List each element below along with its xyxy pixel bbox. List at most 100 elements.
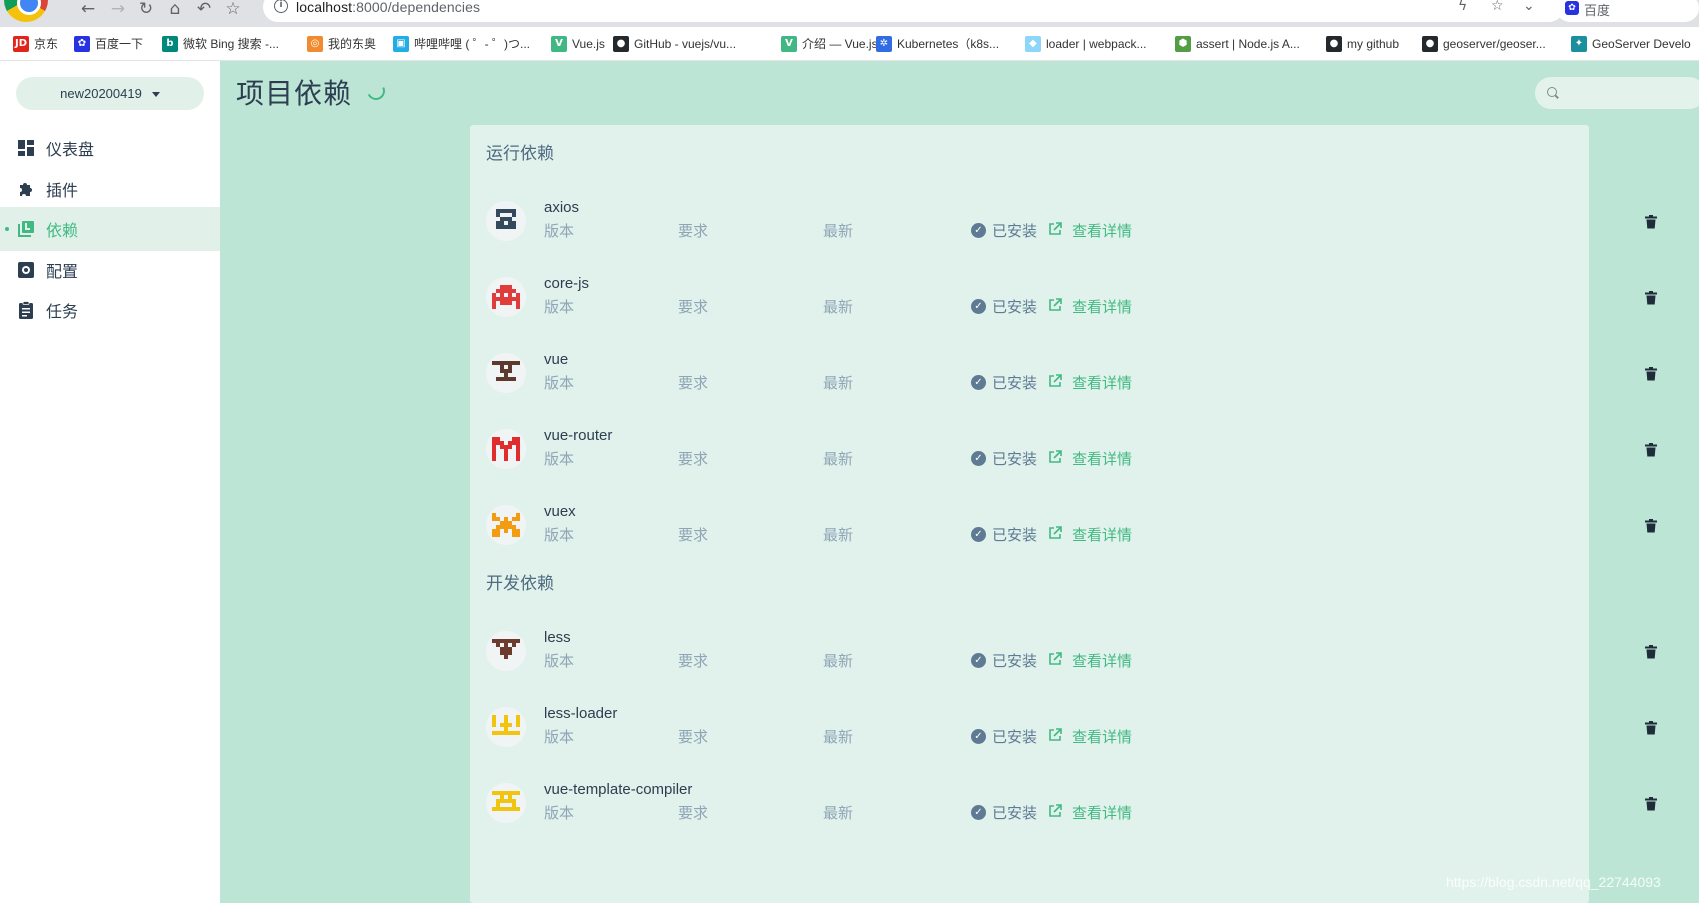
sidebar-item[interactable]: 任务 — [0, 288, 220, 332]
search-engine-box[interactable]: ✿ 百度 — [1556, 0, 1699, 22]
address-bar[interactable]: i localhost:8000/dependencies ϟ ☆ ⌄ — [263, 0, 1564, 22]
delete-icon[interactable] — [1645, 367, 1657, 381]
external-link-icon — [1048, 297, 1072, 316]
view-details-link[interactable]: 查看详情 — [1048, 802, 1132, 823]
delete-icon[interactable] — [1645, 721, 1657, 735]
delete-icon[interactable] — [1645, 797, 1657, 811]
project-select[interactable]: new20200419 — [16, 77, 204, 110]
installed-status: ✓ 已安装 — [971, 802, 1037, 823]
bookmark-label: geoserver/geoser... — [1443, 37, 1546, 51]
installed-label: 已安装 — [992, 299, 1038, 316]
version-label: 版本 — [544, 299, 575, 316]
dependency-name: vue-template-compiler — [544, 781, 693, 798]
installed-status: ✓ 已安装 — [971, 372, 1037, 393]
bookmark-item[interactable]: ● GitHub - vuejs/vu... — [613, 36, 736, 52]
bookmark-item[interactable]: JD 京东 — [13, 36, 58, 52]
external-link-icon — [1048, 651, 1072, 670]
bookmark-star-icon[interactable]: ☆ — [221, 0, 245, 20]
package-logo-icon — [486, 505, 526, 545]
kubernetes-icon: ✲ — [876, 36, 892, 52]
view-details-link[interactable]: 查看详情 — [1048, 372, 1132, 393]
dependency-name: axios — [544, 199, 580, 216]
view-details-link[interactable]: 查看详情 — [1048, 726, 1132, 747]
bookmarks-bar: JD 京东 ✿ 百度一下 b 微软 Bing 搜索 -... ◎ 我的东奥 ▣ 哔哩哔哩 ( ゜-… — [0, 27, 1699, 61]
installed-status: ✓ 已安装 — [971, 524, 1037, 545]
lightning-icon[interactable]: ϟ — [1458, 0, 1467, 14]
bookmark-item[interactable]: ◎ 我的东奥 — [307, 36, 376, 52]
search-input[interactable] — [1535, 77, 1699, 109]
chevron-down-icon[interactable]: ⌄ — [1523, 0, 1535, 14]
bookmark-item[interactable]: ● my github — [1326, 36, 1399, 52]
bookmark-item[interactable]: ⬢ assert | Node.js A... — [1175, 36, 1300, 52]
page-title: 项目依赖 — [236, 78, 353, 109]
main-content: 项目依赖 运行依赖 axios 版本 要求 最新 ✓ 已安装 查看详情 core-js 版本 要求最… — [220, 61, 1699, 903]
bookmark-item[interactable]: ✦ GeoServer Develo — [1571, 36, 1691, 52]
bookmark-item[interactable]: ✿ 百度一下 — [74, 36, 143, 52]
home-icon[interactable]: ⌂ — [163, 0, 187, 20]
bookmark-item[interactable]: ● geoserver/geoser... — [1422, 36, 1546, 52]
version-label: 版本 — [544, 729, 575, 746]
view-details-link[interactable]: 查看详情 — [1048, 448, 1132, 469]
delete-icon[interactable] — [1645, 291, 1657, 305]
view-details-label: 查看详情 — [1072, 653, 1133, 670]
view-details-link[interactable]: 查看详情 — [1048, 650, 1132, 671]
check-circle-icon: ✓ — [971, 805, 986, 820]
bookmark-item[interactable]: ▣ 哔哩哔哩 ( ゜- ゜)つ... — [393, 36, 530, 52]
project-name: new20200419 — [60, 86, 142, 101]
bookmark-label: 京东 — [34, 37, 59, 51]
version-label: 版本 — [544, 451, 575, 468]
check-circle-icon: ✓ — [971, 527, 986, 542]
bookmark-label: loader | webpack... — [1046, 37, 1147, 51]
package-logo-icon — [486, 707, 526, 747]
jd-icon: JD — [13, 36, 29, 52]
back-icon[interactable]: ← — [76, 0, 100, 20]
puzzle-icon — [17, 180, 35, 198]
bookmark-item[interactable]: ◆ loader | webpack... — [1025, 36, 1147, 52]
view-details-link[interactable]: 查看详情 — [1048, 524, 1132, 545]
delete-icon[interactable] — [1645, 519, 1657, 533]
vue-icon: V — [781, 36, 797, 52]
latest-label: 最新 — [823, 653, 854, 670]
bookmark-item[interactable]: V 介绍 — Vue.js — [781, 36, 878, 52]
wanted-label: 要求 — [678, 527, 709, 544]
bookmark-item[interactable]: ✲ Kubernetes（k8s... — [876, 36, 999, 52]
version-label: 版本 — [544, 223, 575, 240]
sidebar-item[interactable]: 插件 — [0, 167, 220, 211]
search-icon — [1547, 87, 1557, 97]
delete-icon[interactable] — [1645, 645, 1657, 659]
vue-icon: V — [551, 36, 567, 52]
wanted-label: 要求 — [678, 729, 709, 746]
view-details-link[interactable]: 查看详情 — [1048, 220, 1132, 241]
sidebar-item[interactable]: 依赖 — [0, 207, 220, 251]
undo-icon[interactable]: ↶ — [192, 0, 216, 20]
version-label: 版本 — [544, 527, 575, 544]
reload-icon[interactable]: ↻ — [134, 0, 158, 20]
bookmark-label: GitHub - vuejs/vu... — [634, 37, 737, 51]
bilibili-icon: ▣ — [393, 36, 409, 52]
view-details-label: 查看详情 — [1072, 527, 1133, 544]
view-details-label: 查看详情 — [1072, 805, 1133, 822]
sidebar-item[interactable]: 仪表盘 — [0, 126, 220, 170]
delete-icon[interactable] — [1645, 215, 1657, 229]
webpack-icon: ◆ — [1025, 36, 1041, 52]
dependency-row: less 版本 要求 最新 ✓ 已安装 查看详情 — [470, 623, 1657, 693]
github-icon: ● — [1422, 36, 1438, 52]
bookmark-item[interactable]: b 微软 Bing 搜索 -... — [162, 36, 279, 52]
bookmark-label: 我的东奥 — [328, 37, 377, 51]
delete-icon[interactable] — [1645, 443, 1657, 457]
site-info-icon[interactable]: i — [274, 0, 288, 13]
package-logo-icon — [486, 429, 526, 469]
sidebar: new20200419 仪表盘 插件 依赖 配置 任务 — [0, 61, 220, 903]
dependency-row: core-js 版本 要求 最新 ✓ 已安装 查看详情 — [470, 269, 1657, 339]
sidebar-item[interactable]: 配置 — [0, 248, 220, 292]
installed-label: 已安装 — [992, 223, 1038, 240]
bookmark-item[interactable]: V Vue.js — [551, 36, 605, 52]
view-details-link[interactable]: 查看详情 — [1048, 296, 1132, 317]
dependency-row: vuex 版本 要求 最新 ✓ 已安装 查看详情 — [470, 497, 1657, 567]
browser-toolbar: ← → ↻ ⌂ ↶ ☆ i localhost:8000/dependencie… — [0, 0, 1699, 27]
star-icon[interactable]: ☆ — [1491, 0, 1504, 14]
address-url[interactable]: localhost:8000/dependencies — [296, 0, 480, 15]
wanted-label: 要求 — [678, 653, 709, 670]
wanted-label: 要求 — [678, 223, 709, 240]
forward-icon[interactable]: → — [106, 0, 130, 20]
